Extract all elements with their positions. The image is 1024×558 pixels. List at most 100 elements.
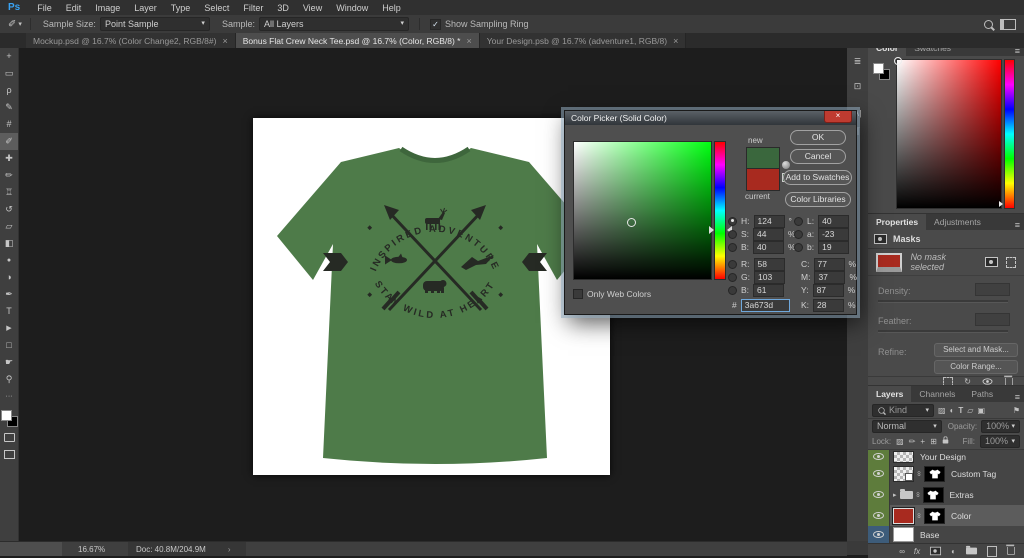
pen-tool[interactable]: ✒ (0, 286, 18, 303)
fill-dropdown[interactable]: 100% ▾ (980, 435, 1020, 448)
sample-size-dropdown[interactable]: Point Sample ▾ (99, 17, 210, 31)
lasso-tool[interactable]: ρ (0, 82, 18, 99)
layer-thumbnail[interactable] (892, 506, 915, 525)
panel-menu-icon[interactable]: ≡ (1015, 392, 1020, 402)
lock-transparency-icon[interactable]: ▨ (896, 437, 904, 446)
select-and-mask-button[interactable]: Select and Mask... (934, 343, 1018, 357)
delete-layer-icon[interactable] (1006, 544, 1015, 555)
m-field[interactable]: 37 (814, 270, 846, 284)
type-tool[interactable]: T (0, 303, 18, 320)
tab-paths[interactable]: Paths (963, 386, 1001, 402)
b-field[interactable]: 40 (753, 240, 785, 254)
add-layer-mask-icon[interactable] (985, 257, 998, 267)
hue-slider[interactable] (714, 141, 726, 280)
mask-thumbnail[interactable] (922, 486, 944, 503)
dodge-tool[interactable]: ◑ (0, 269, 18, 286)
tab-layers[interactable]: Layers (868, 386, 912, 402)
sample-dropdown[interactable]: All Layers ▾ (258, 17, 409, 31)
adjustment-layer-icon[interactable]: ◐ (951, 547, 956, 556)
feather-value[interactable] (975, 313, 1010, 326)
lock-pixels-icon[interactable]: ✏ (909, 437, 916, 446)
doc-info-segment[interactable]: Doc: 40.8M/204.9M › (128, 542, 246, 556)
workspace-icon[interactable] (1000, 19, 1016, 30)
visibility-toggle[interactable] (868, 484, 890, 505)
close-icon[interactable]: × (673, 36, 678, 46)
layer-row-your-design[interactable]: Your Design (868, 450, 1024, 464)
opacity-dropdown[interactable]: 100% ▾ (981, 420, 1020, 433)
r-radio[interactable] (728, 259, 737, 269)
layer-thumbnail[interactable] (893, 450, 914, 463)
hue-ramp-marker[interactable] (999, 201, 1003, 207)
path-selection-tool[interactable]: ▶ (0, 320, 18, 337)
lock-position-icon[interactable]: + (920, 437, 925, 446)
layer-row-extras[interactable]: ▸ ∞ Extras (868, 484, 1024, 506)
sampling-ring-checkbox[interactable]: ✓ (429, 18, 441, 30)
filter-adjustment-icon[interactable]: ◐ (950, 406, 955, 415)
visibility-toggle[interactable] (868, 450, 890, 463)
lab-b-radio[interactable] (794, 242, 803, 252)
expander-icon[interactable]: ▸ (893, 491, 897, 499)
quick-selection-tool[interactable]: ✎ (0, 99, 18, 116)
tab-your-design[interactable]: Your Design.psb @ 16.7% (adventure1, RGB… (479, 33, 687, 48)
s-radio[interactable] (728, 229, 737, 239)
menu-type[interactable]: Type (164, 3, 198, 13)
hue-slider-arrow-left[interactable] (709, 226, 714, 234)
h-field[interactable]: 124 (753, 214, 785, 228)
layer-row-color[interactable]: ∞ Color (868, 505, 1024, 527)
zoom-tool[interactable]: ⚲ (0, 371, 18, 388)
s-field[interactable]: 44 (753, 227, 785, 241)
new-group-icon[interactable] (965, 545, 978, 555)
h-radio[interactable] (728, 216, 737, 226)
quick-mask-icon[interactable] (0, 431, 18, 448)
l-field[interactable]: 40 (818, 214, 850, 228)
tab-bonus-flat-crew-neck-tee[interactable]: Bonus Flat Crew Neck Tee.psd @ 16.7% (Co… (235, 33, 480, 48)
blend-mode-dropdown[interactable]: Normal ▾ (872, 420, 942, 433)
g-radio[interactable] (728, 272, 737, 282)
hand-tool[interactable]: ☛ (0, 354, 18, 371)
mask-thumbnail[interactable] (924, 507, 945, 524)
hex-field[interactable]: 3a673d (740, 298, 790, 312)
marquee-tool[interactable]: ▭ (0, 65, 18, 82)
b2-radio[interactable] (728, 285, 737, 295)
ok-button[interactable]: OK (790, 130, 846, 145)
tab-channels[interactable]: Channels (911, 386, 963, 402)
visibility-toggle[interactable] (868, 526, 890, 543)
layer-row-custom-tag[interactable]: ∞ Custom Tag (868, 463, 1024, 485)
mask-visibility-icon[interactable] (982, 378, 993, 385)
search-icon[interactable] (984, 20, 993, 31)
foreground-background-swatches[interactable] (0, 409, 18, 427)
eyedropper-icon[interactable]: ✐ (8, 19, 16, 30)
lab-b-field[interactable]: 19 (818, 240, 850, 254)
histogram-panel-icon[interactable]: ≣ (847, 56, 868, 67)
screen-mode-icon[interactable] (0, 448, 18, 465)
artboard[interactable]: INSPIRED ADVENTURE STAY WILD AT HEART (253, 118, 610, 475)
close-icon[interactable]: × (222, 36, 227, 46)
chevron-down-icon[interactable]: ▾ (18, 20, 22, 28)
link-layers-icon[interactable]: ∞ (899, 547, 905, 556)
eyedropper-tool[interactable]: ✐ (0, 133, 18, 150)
brush-tool[interactable]: ✏ (0, 167, 18, 184)
menu-view[interactable]: View (296, 3, 329, 13)
layer-row-base[interactable]: Base (868, 526, 1024, 543)
clone-stamp-tool[interactable]: ♖ (0, 184, 18, 201)
menu-select[interactable]: Select (197, 3, 236, 13)
c-field[interactable]: 77 (813, 257, 845, 271)
blur-tool[interactable]: ● (0, 252, 18, 269)
zoom-level[interactable]: 16.67% (78, 545, 105, 554)
a-field[interactable]: -23 (818, 227, 850, 241)
filter-type-icon[interactable]: T (958, 406, 963, 415)
healing-brush-tool[interactable]: ✚ (0, 150, 18, 167)
filter-shape-icon[interactable]: ▱ (967, 406, 973, 415)
gradient-tool[interactable]: ◧ (0, 235, 18, 252)
history-brush-tool[interactable]: ↺ (0, 201, 18, 218)
kind-filter-dropdown[interactable]: Kind ▾ (872, 403, 934, 417)
r-field[interactable]: 58 (753, 257, 785, 271)
tab-properties[interactable]: Properties (868, 214, 927, 230)
filter-image-icon[interactable]: ▨ (938, 406, 946, 415)
color-field-marker[interactable] (627, 218, 636, 227)
color-panel-field[interactable] (896, 59, 1002, 209)
menu-help[interactable]: Help (375, 3, 408, 13)
color-range-button[interactable]: Color Range... (934, 360, 1018, 374)
add-to-swatches-button[interactable]: Add to Swatches (783, 170, 852, 185)
dialog-title[interactable]: Color Picker (Solid Color) (565, 111, 856, 125)
